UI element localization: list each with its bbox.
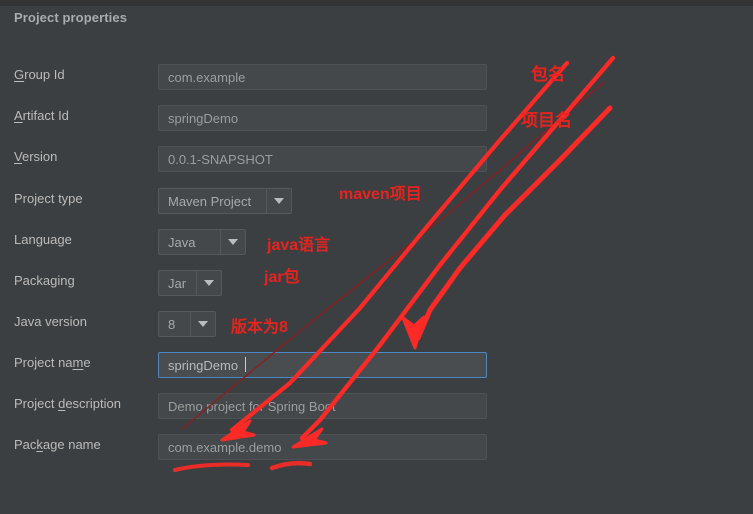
form-row: Group Id — [0, 64, 753, 90]
text-input[interactable] — [158, 434, 487, 460]
dropdown-value: 8 — [168, 316, 176, 332]
text-caret — [245, 357, 246, 372]
field-label: Language — [14, 232, 72, 247]
text-input[interactable] — [158, 64, 487, 90]
form-row: Version — [0, 146, 753, 172]
chevron-down-icon[interactable] — [266, 189, 291, 213]
form-row: Packaging Jar — [0, 270, 753, 296]
page-title: Project properties — [14, 10, 128, 25]
dropdown[interactable]: Maven Project — [158, 188, 292, 214]
field-label: Package name — [14, 437, 101, 452]
chevron-down-icon[interactable] — [196, 271, 221, 295]
form-row: Package name — [0, 434, 753, 460]
annotation-underline-2 — [269, 460, 313, 471]
chevron-down-icon[interactable] — [190, 312, 215, 336]
annotation-text: 项目名 — [521, 111, 572, 130]
form-row: Project name — [0, 352, 753, 378]
dropdown[interactable]: 8 — [158, 311, 216, 337]
form-row: Java version 8 — [0, 311, 753, 337]
field-label: Artifact Id — [14, 108, 69, 123]
dropdown[interactable]: Java — [158, 229, 246, 255]
annotation-text: 包名 — [531, 65, 565, 84]
dropdown-value: Jar — [168, 275, 187, 291]
text-input[interactable] — [158, 105, 487, 131]
form-row: Project description — [0, 393, 753, 419]
text-input[interactable] — [158, 352, 487, 378]
annotation-text: 版本为8 — [231, 319, 288, 336]
field-label: Project type — [14, 191, 83, 206]
field-label: Project description — [14, 396, 121, 411]
dropdown-value: Maven Project — [168, 193, 252, 209]
annotation-text: maven项目 — [339, 186, 422, 203]
field-label: Group Id — [14, 67, 65, 82]
dropdown-value: Java — [168, 234, 196, 250]
annotation-text: java语言 — [267, 237, 331, 254]
annotation-text: jar包 — [264, 269, 300, 286]
dropdown[interactable]: Jar — [158, 270, 222, 296]
annotation-arrow-line-3 — [415, 105, 613, 341]
form-row: Language Java — [0, 229, 753, 255]
project-properties-screen: Project properties Group Id Artifact Id Ve… — [0, 0, 753, 514]
chevron-down-icon[interactable] — [220, 230, 245, 254]
field-label: Project name — [14, 355, 91, 370]
text-input[interactable] — [158, 393, 487, 419]
annotation-underline-1 — [173, 462, 250, 472]
text-input[interactable] — [158, 146, 487, 172]
window-top-strip — [0, 0, 753, 6]
field-label: Version — [14, 149, 58, 164]
form-row: Artifact Id — [0, 105, 753, 131]
field-label: Packaging — [14, 273, 75, 288]
field-label: Java version — [14, 314, 87, 329]
